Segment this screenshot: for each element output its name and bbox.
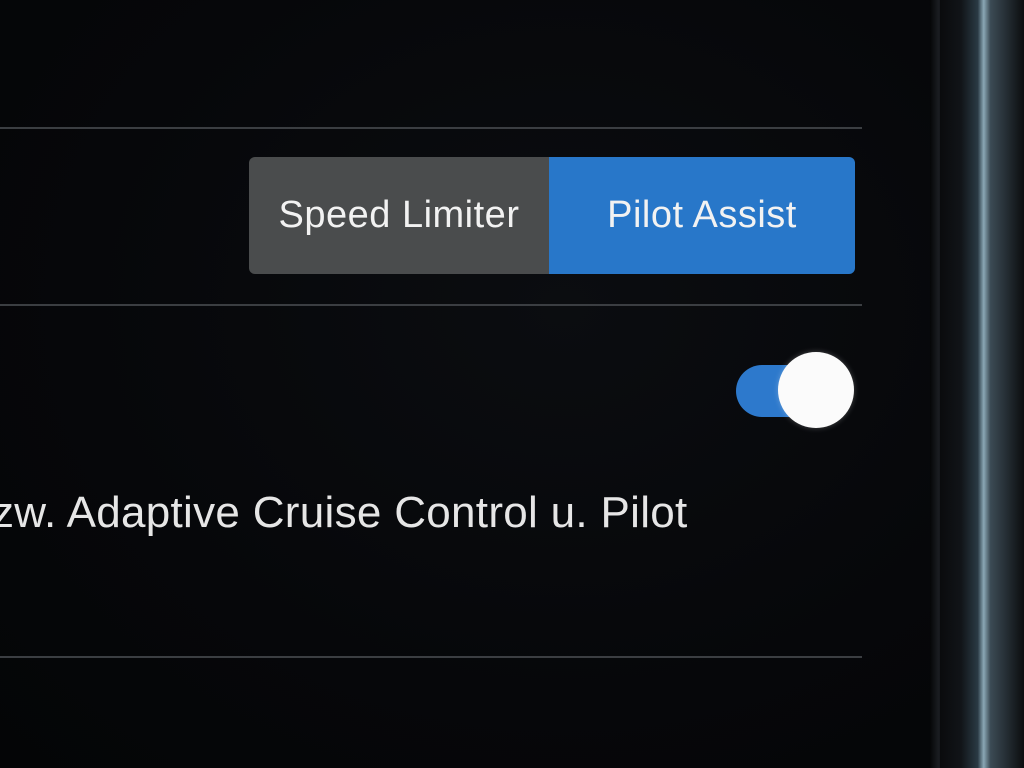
- pilot-assist-button[interactable]: Pilot Assist: [549, 157, 855, 274]
- feature-description: zw. Adaptive Cruise Control u. Pilot: [0, 488, 688, 537]
- screen-bezel: [940, 0, 1024, 768]
- speed-limiter-button[interactable]: Speed Limiter: [249, 157, 549, 274]
- feature-toggle-switch[interactable]: [736, 352, 858, 430]
- divider-bottom: [0, 656, 862, 658]
- divider-middle: [0, 304, 862, 306]
- divider-top: [0, 127, 862, 129]
- mode-segmented-control: Speed Limiter Pilot Assist: [249, 157, 855, 274]
- speed-limiter-label: Speed Limiter: [278, 194, 520, 236]
- pilot-assist-label: Pilot Assist: [607, 194, 797, 236]
- toggle-knob: [778, 352, 854, 428]
- settings-screen: Speed Limiter Pilot Assist zw. Adaptive …: [0, 0, 940, 768]
